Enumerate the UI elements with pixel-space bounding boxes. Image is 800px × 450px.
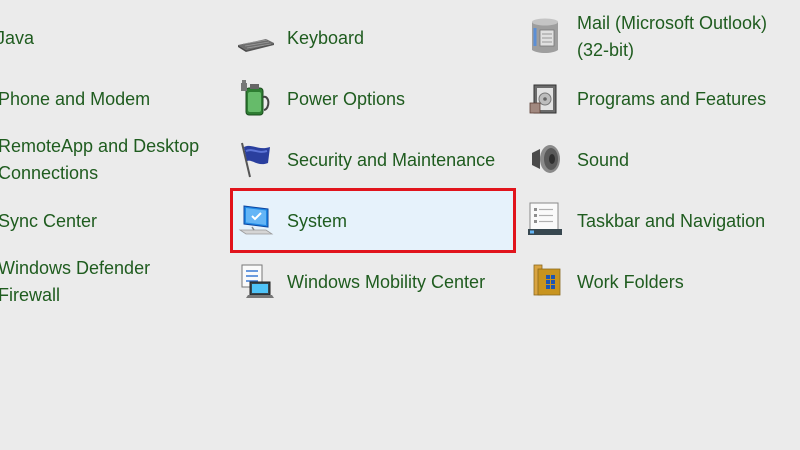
security-maintenance-icon (236, 139, 276, 179)
mobility-center-icon (236, 262, 276, 302)
system-label[interactable]: System (287, 208, 347, 235)
taskbar-navigation-label[interactable]: Taskbar and Navigation (577, 208, 765, 235)
system-icon (236, 200, 276, 240)
defender-label-line1[interactable]: Windows Defender (0, 255, 150, 282)
java-label[interactable]: Java (0, 25, 34, 52)
keyboard-icon (236, 19, 276, 59)
phone-modem-label[interactable]: Phone and Modem (0, 86, 150, 113)
security-maintenance-label[interactable]: Security and Maintenance (287, 147, 495, 174)
sound-icon (526, 139, 566, 179)
mobility-center-label[interactable]: Windows Mobility Center (287, 269, 485, 296)
work-folders-label[interactable]: Work Folders (577, 269, 684, 296)
defender-label-line2[interactable]: Firewall (0, 282, 60, 309)
programs-features-icon (526, 79, 566, 119)
sync-center-label[interactable]: Sync Center (0, 208, 97, 235)
programs-features-label[interactable]: Programs and Features (577, 86, 766, 113)
power-options-icon (236, 79, 276, 119)
mail-label-line2[interactable]: (32-bit) (577, 37, 634, 64)
taskbar-icon (526, 199, 566, 239)
mail-label-line1[interactable]: Mail (Microsoft Outlook) (577, 10, 767, 37)
sound-label[interactable]: Sound (577, 147, 629, 174)
mail-icon (526, 16, 566, 56)
remoteapp-label-line2[interactable]: Connections (0, 160, 98, 187)
remoteapp-label-line1[interactable]: RemoteApp and Desktop (0, 133, 199, 160)
work-folders-icon (526, 261, 566, 301)
keyboard-label[interactable]: Keyboard (287, 25, 364, 52)
power-options-label[interactable]: Power Options (287, 86, 405, 113)
